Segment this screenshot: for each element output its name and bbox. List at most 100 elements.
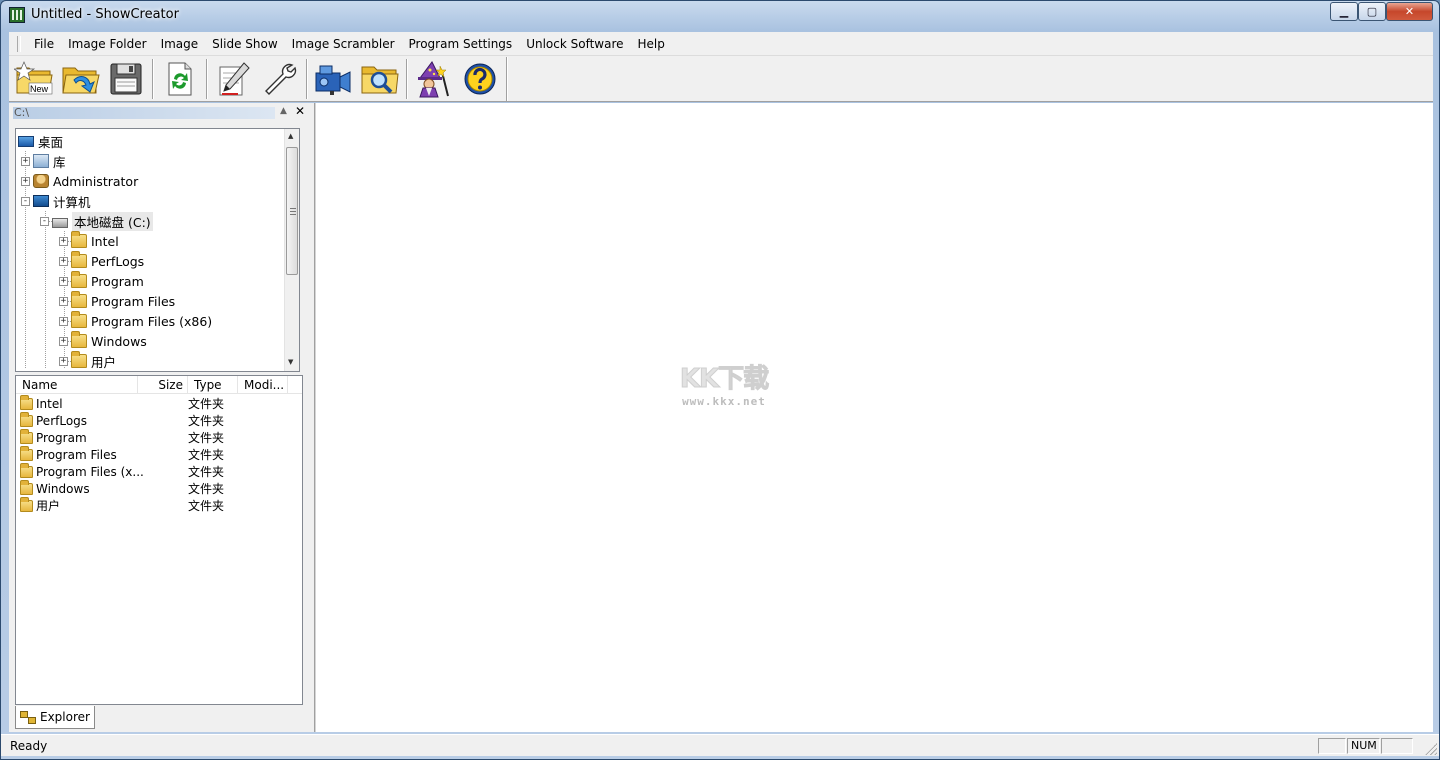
expand-icon[interactable]: + (59, 297, 68, 306)
menu-image-scrambler[interactable]: Image Scrambler (285, 37, 402, 51)
folder-icon (20, 398, 33, 410)
refresh-button[interactable] (157, 58, 203, 100)
status-panel-caps (1318, 738, 1346, 754)
folder-icon (71, 294, 87, 308)
file-row[interactable]: Program Files 文件夹 (16, 446, 248, 463)
save-button[interactable] (103, 58, 149, 100)
pane-collapse-icon[interactable]: ▲ (280, 106, 287, 116)
menu-slide-show[interactable]: Slide Show (205, 37, 284, 51)
column-name[interactable]: Name (16, 376, 138, 394)
tree-item-label: 库 (53, 152, 66, 171)
status-bar: Ready NUM (1, 734, 1439, 756)
settings-button[interactable] (257, 58, 303, 100)
file-list-header: Name Size Type Modi... (16, 376, 303, 394)
computer-icon (33, 195, 49, 207)
expand-icon[interactable]: + (21, 177, 30, 186)
folder-icon (71, 234, 87, 248)
expand-icon[interactable]: + (59, 357, 68, 366)
folder-icon (20, 500, 33, 512)
edit-button[interactable] (211, 58, 257, 100)
library-icon (33, 154, 49, 168)
slideshow-projector-button[interactable] (311, 58, 357, 100)
tree-item-label: 桌面 (38, 132, 63, 151)
tree-item-label: 本地磁盘 (C:) (72, 212, 153, 231)
find-images-button[interactable] (357, 58, 403, 100)
tree-scrollbar[interactable]: ▲ ▼ (284, 129, 299, 371)
menu-program-settings[interactable]: Program Settings (402, 37, 520, 51)
expand-icon[interactable]: + (59, 237, 68, 246)
tree-item-drive-c[interactable]: - 本地磁盘 (C:) (40, 211, 153, 231)
folder-icon (71, 334, 87, 348)
tree-item-administrator[interactable]: + Administrator (21, 171, 138, 191)
file-row[interactable]: Program Files (x... 文件夹 (16, 463, 248, 480)
tree-item-desktop[interactable]: 桌面 (18, 131, 63, 151)
new-show-icon: New (14, 60, 54, 98)
menu-unlock-software[interactable]: Unlock Software (519, 37, 630, 51)
projector-icon (313, 61, 355, 97)
explorer-tree-icon (20, 711, 36, 723)
file-row[interactable]: Intel 文件夹 (16, 395, 248, 412)
explorer-pane: C:\ ▲ ✕ (9, 103, 314, 732)
tree-item-folder[interactable]: + Intel (59, 231, 119, 251)
expand-icon[interactable]: + (59, 257, 68, 266)
file-row[interactable]: PerfLogs 文件夹 (16, 412, 248, 429)
drive-icon (52, 218, 68, 228)
resize-grip-icon[interactable] (1425, 743, 1437, 755)
file-row[interactable]: Windows 文件夹 (16, 480, 248, 497)
expand-icon[interactable]: + (59, 277, 68, 286)
file-type: 文件夹 (188, 480, 248, 497)
tree-item-folder[interactable]: + PerfLogs (59, 251, 144, 271)
file-list[interactable]: Name Size Type Modi... Intel 文件夹 PerfLog… (15, 375, 303, 705)
save-icon (108, 61, 144, 97)
file-type: 文件夹 (188, 497, 248, 514)
toolbar-separator (152, 59, 154, 99)
maximize-button[interactable]: ▢ (1358, 2, 1386, 21)
tree-item-library[interactable]: + 库 (21, 151, 66, 171)
menu-image-folder[interactable]: Image Folder (61, 37, 153, 51)
title-bar[interactable]: Untitled - ShowCreator ▁ ▢ ✕ (1, 1, 1439, 31)
expand-icon[interactable]: + (21, 157, 30, 166)
menu-help[interactable]: Help (631, 37, 672, 51)
tab-explorer[interactable]: Explorer (15, 706, 95, 729)
tree-item-label: Program (91, 274, 144, 289)
app-film-icon[interactable] (9, 7, 25, 23)
new-show-button[interactable]: New (11, 58, 57, 100)
window-controls: ▁ ▢ ✕ (1330, 2, 1433, 21)
minimize-button[interactable]: ▁ (1330, 2, 1358, 21)
menu-file[interactable]: File (27, 37, 61, 51)
column-size[interactable]: Size (138, 376, 188, 394)
help-button[interactable] (457, 58, 503, 100)
tree-item-folder[interactable]: + Windows (59, 331, 147, 351)
tree-item-folder[interactable]: + Program Files (x86) (59, 311, 212, 331)
file-type: 文件夹 (188, 395, 248, 412)
tree-item-folder[interactable]: + 用户 (59, 351, 116, 371)
collapse-icon[interactable]: - (21, 197, 30, 206)
menu-image[interactable]: Image (154, 37, 206, 51)
collapse-icon[interactable]: - (40, 217, 49, 226)
column-modified[interactable]: Modi... (238, 376, 288, 394)
wizard-icon (414, 60, 454, 98)
toolbar: New (9, 56, 1433, 102)
file-row[interactable]: Program 文件夹 (16, 429, 248, 446)
folder-tree[interactable]: 桌面 + 库 + Administrator - 计算机 - 本地磁盘 (C:) (15, 128, 300, 372)
image-view-area[interactable]: KK下载 www.kkx.net (315, 103, 1433, 732)
tree-item-computer[interactable]: - 计算机 (21, 191, 91, 211)
wizard-button[interactable] (411, 58, 457, 100)
file-row[interactable]: 用户 文件夹 (16, 497, 248, 514)
expand-icon[interactable]: + (59, 337, 68, 346)
tree-item-folder[interactable]: + Program Files (59, 291, 175, 311)
watermark-logo: KK下载 (664, 358, 784, 395)
scroll-thumb[interactable] (286, 147, 298, 275)
scroll-up-arrow-icon[interactable]: ▲ (288, 132, 293, 140)
close-button[interactable]: ✕ (1386, 2, 1433, 21)
pane-close-icon[interactable]: ✕ (295, 104, 305, 118)
toolbar-separator (206, 59, 208, 99)
open-show-button[interactable] (57, 58, 103, 100)
scroll-down-arrow-icon[interactable]: ▼ (288, 358, 293, 366)
column-type[interactable]: Type (188, 376, 238, 394)
tree-item-folder[interactable]: + Program (59, 271, 144, 291)
file-name: Program (36, 431, 188, 445)
folder-icon (71, 274, 87, 288)
expand-icon[interactable]: + (59, 317, 68, 326)
file-type: 文件夹 (188, 446, 248, 463)
